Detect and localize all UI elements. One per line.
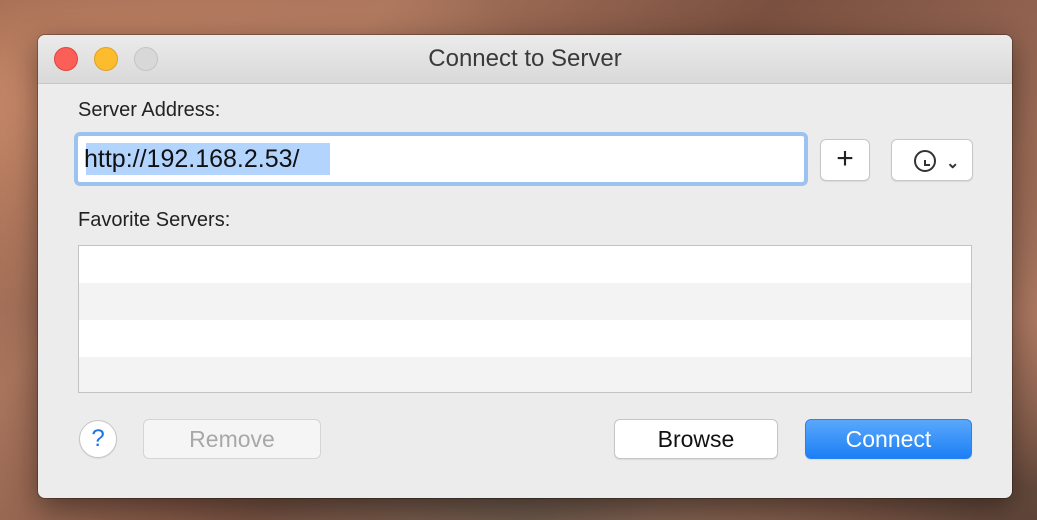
chevron-down-icon: ⌄ bbox=[946, 155, 960, 172]
list-row[interactable] bbox=[79, 357, 971, 392]
recent-servers-button[interactable]: ⌄ bbox=[891, 139, 973, 181]
add-favorite-button[interactable]: + bbox=[820, 139, 870, 181]
connect-button[interactable]: Connect bbox=[805, 419, 972, 459]
help-button[interactable]: ? bbox=[79, 420, 117, 458]
list-row[interactable] bbox=[79, 283, 971, 320]
favorite-servers-list[interactable] bbox=[78, 245, 972, 393]
window-title: Connect to Server bbox=[428, 45, 622, 72]
connect-to-server-window: Connect to Server Server Address: + ⌄ Fa… bbox=[38, 35, 1012, 498]
browse-button[interactable]: Browse bbox=[614, 419, 778, 459]
list-row[interactable] bbox=[79, 320, 971, 357]
server-address-input[interactable] bbox=[84, 142, 794, 176]
server-address-field[interactable] bbox=[74, 132, 808, 186]
remove-button: Remove bbox=[143, 419, 321, 459]
clock-icon bbox=[914, 150, 936, 172]
server-address-label: Server Address: bbox=[78, 99, 221, 121]
favorite-servers-label: Favorite Servers: bbox=[78, 209, 231, 231]
title-bar[interactable]: Connect to Server bbox=[38, 35, 1012, 84]
list-row[interactable] bbox=[79, 246, 971, 283]
